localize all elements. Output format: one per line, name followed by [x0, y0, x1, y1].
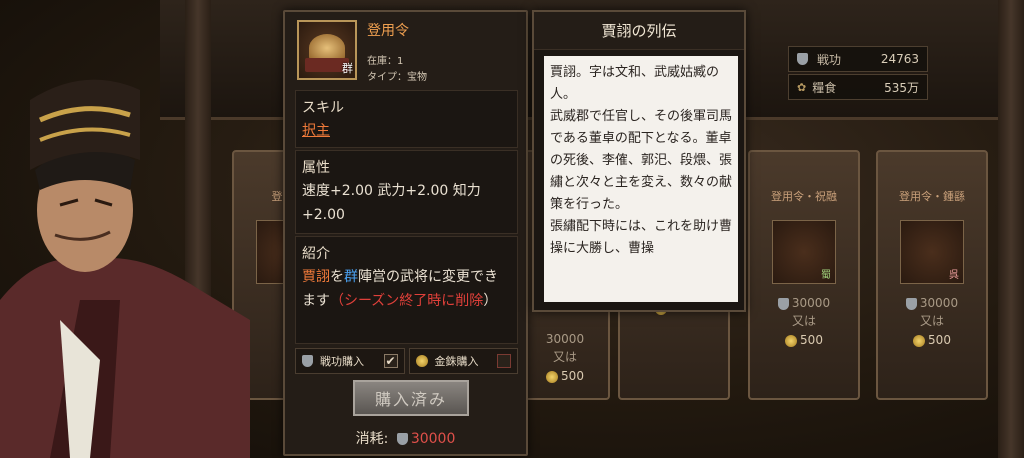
card-gold: 500	[522, 369, 608, 383]
item-name: 登用令	[367, 23, 409, 39]
biography-title: 賈詡の列伝	[534, 12, 744, 50]
card-price: 30000	[878, 296, 986, 310]
skill-link[interactable]: 択主	[302, 123, 330, 139]
merit-stat: 戦功 24763	[788, 46, 928, 72]
shield-icon	[797, 53, 808, 65]
character-portrait	[0, 79, 250, 458]
purchased-button[interactable]: 購入済み	[353, 380, 469, 416]
wheat-icon: ✿	[797, 80, 807, 94]
merit-checkbox[interactable]: ✔	[383, 354, 398, 368]
food-stat: ✿ 糧食 535万	[788, 74, 928, 100]
shield-icon	[905, 297, 917, 310]
shop-card[interactable]: 登用令・祝融 蜀 30000 又は 500	[748, 150, 860, 400]
faction-badge: 群	[342, 62, 353, 75]
card-price: 30000	[545, 332, 585, 346]
shield-icon	[777, 297, 789, 310]
item-icon: 蜀	[772, 220, 836, 284]
pillar	[998, 0, 1024, 458]
shield-icon	[302, 355, 313, 367]
game-scene: 戦功 24763 ✿ 糧食 535万 登用令 30000 又は 500 登用令・…	[0, 0, 1024, 458]
biography-panel: 賈詡の列伝 賈詡。字は文和、武威姑臧の人。 武威郡で任官し、その後軍司馬である董…	[532, 10, 746, 312]
card-gold: 500	[878, 333, 986, 347]
coin-icon	[913, 334, 926, 347]
coin-icon	[546, 370, 559, 383]
item-type: タイプ：宝物	[367, 72, 427, 83]
biography-text[interactable]: 賈詡。字は文和、武威姑臧の人。 武威郡で任官し、その後軍司馬である董卓の配下とな…	[544, 56, 738, 302]
item-stock: 在庫：1	[367, 56, 404, 67]
gold-purchase-option[interactable]: 金銖購入	[408, 348, 518, 374]
item-icon: 呉	[900, 220, 964, 284]
item-icon: 群	[297, 20, 357, 80]
item-detail-panel: 群 登用令 在庫：1 タイプ：宝物 スキル 択主 属性 速度+2.00 武力+2…	[283, 10, 528, 456]
gold-checkbox[interactable]	[497, 354, 511, 368]
intro-section: 紹介 賈詡を群陣営の武将に変更できます（シーズン終了時に削除）	[295, 236, 518, 344]
coin-icon	[785, 334, 798, 347]
shop-card[interactable]: 登用令・鍾繇 呉 30000 又は 500	[876, 150, 988, 400]
purchase-options: 戦功購入 ✔ 金銖購入	[295, 348, 518, 374]
coin-icon	[415, 355, 428, 367]
merit-purchase-option[interactable]: 戦功購入 ✔	[295, 348, 405, 374]
card-price: 30000	[750, 296, 858, 310]
card-gold: 500	[750, 333, 858, 347]
cost-row: 消耗: 30000	[355, 431, 456, 447]
intro-text: 賈詡を群陣営の武将に変更できます（シーズン終了時に削除）	[302, 269, 498, 309]
shield-icon	[396, 433, 408, 445]
attributes-section: 属性 速度+2.00 武力+2.00 知力+2.00	[295, 150, 518, 234]
skill-section: スキル 択主	[295, 90, 518, 148]
